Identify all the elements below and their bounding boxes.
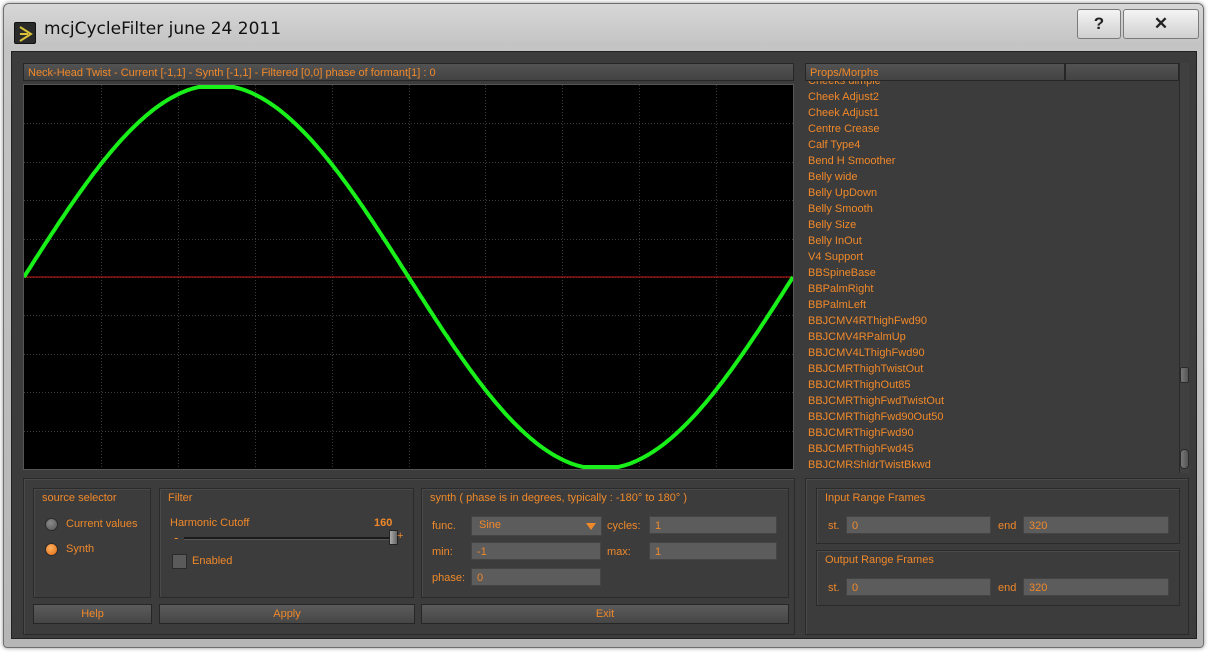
- harmonic-cutoff-value: 160: [374, 517, 393, 529]
- output-end-field[interactable]: 320: [1023, 578, 1169, 596]
- close-caption-button[interactable]: ✕: [1123, 9, 1199, 39]
- chevron-down-icon: [586, 523, 596, 530]
- input-start-label: st.: [828, 520, 840, 532]
- window-title: mcjCycleFilter june 24 2011: [44, 19, 282, 39]
- morph-list-item[interactable]: BBJCMRThighOut85: [808, 377, 911, 393]
- morph-list-item[interactable]: BBJCMRThighFwd90Out50: [808, 409, 944, 425]
- phase-label: phase:: [432, 572, 466, 584]
- enabled-checkbox[interactable]: [172, 554, 187, 569]
- app-window: mcjCycleFilter june 24 2011 ? ✕ Neck-Hea…: [3, 3, 1204, 648]
- morph-list-item[interactable]: BBJCMRThighTwistOut: [808, 361, 923, 377]
- phase-field[interactable]: 0: [471, 568, 601, 586]
- morph-list-item[interactable]: BBJCMRThighFwd90: [808, 425, 914, 441]
- cutoff-plus-icon: +: [397, 530, 404, 542]
- filter-label: Filter: [168, 492, 193, 504]
- morph-list-item[interactable]: Centre Crease: [808, 121, 880, 137]
- cycles-field[interactable]: 1: [649, 516, 777, 534]
- graph-header: Neck-Head Twist - Current [-1,1] - Synth…: [23, 63, 794, 81]
- help-button[interactable]: Help: [33, 604, 152, 624]
- morph-list-item[interactable]: BBSpineBase: [808, 265, 876, 281]
- morph-list-item[interactable]: Cheek Adjust1: [808, 105, 879, 121]
- cutoff-minus-icon: -: [174, 530, 179, 545]
- morph-list-item[interactable]: Belly Size: [808, 217, 856, 233]
- morph-list-item[interactable]: BBJCMV4LThighFwd90: [808, 345, 925, 361]
- morph-scroll-thumb[interactable]: [1180, 367, 1189, 383]
- current-values-label[interactable]: Current values: [66, 518, 138, 530]
- output-start-label: st.: [828, 582, 840, 594]
- synth-group-label: synth ( phase is in degrees, typically :…: [430, 492, 688, 504]
- filter-group: [159, 488, 414, 598]
- output-end-label: end: [998, 582, 1017, 594]
- input-start-field[interactable]: 0: [846, 516, 991, 534]
- morph-list-item[interactable]: Cheeks dimple: [808, 81, 881, 89]
- close-icon: ✕: [1153, 14, 1169, 33]
- morph-list-item[interactable]: BBJCMV4RThighFwd90: [808, 313, 927, 329]
- app-icon: [14, 22, 36, 44]
- min-field[interactable]: -1: [471, 542, 601, 560]
- morph-list-item[interactable]: V4 Support: [808, 249, 863, 265]
- morph-list-item[interactable]: BBPalmRight: [808, 281, 873, 297]
- props-header-extra: [1065, 63, 1179, 81]
- morph-list-item[interactable]: Belly UpDown: [808, 185, 877, 201]
- morph-list-item[interactable]: BBPalmLeft: [808, 297, 866, 313]
- source-selector-label: source selector: [42, 492, 117, 504]
- synth-radio[interactable]: [45, 543, 58, 556]
- harmonic-cutoff-track[interactable]: [184, 537, 394, 540]
- input-range-label: Input Range Frames: [825, 492, 926, 504]
- props-header: Props/Morphs: [805, 63, 1065, 81]
- morph-list-item[interactable]: Calf Type4: [808, 137, 860, 153]
- enabled-label[interactable]: Enabled: [192, 555, 232, 567]
- morph-list-item[interactable]: Cheek Adjust2: [808, 89, 879, 105]
- cycles-label: cycles:: [607, 520, 641, 532]
- morph-list-item[interactable]: Belly InOut: [808, 233, 862, 249]
- help-caption-button[interactable]: ?: [1077, 9, 1121, 39]
- max-label: max:: [607, 546, 631, 558]
- morph-scrollbar[interactable]: [1179, 63, 1189, 473]
- morph-scroll-end-thumb[interactable]: [1180, 449, 1189, 469]
- min-label: min:: [432, 546, 453, 558]
- client-area: Neck-Head Twist - Current [-1,1] - Synth…: [11, 51, 1197, 639]
- input-end-label: end: [998, 520, 1017, 532]
- props-header-label: Props/Morphs: [810, 67, 879, 79]
- morph-list-item[interactable]: BBJCMRThighFwdTwistOut: [808, 393, 944, 409]
- harmonic-cutoff-label: Harmonic Cutoff: [170, 517, 250, 529]
- max-field[interactable]: 1: [649, 542, 777, 560]
- input-end-field[interactable]: 320: [1023, 516, 1169, 534]
- synth-label[interactable]: Synth: [66, 543, 94, 555]
- output-range-label: Output Range Frames: [825, 554, 934, 566]
- apply-button[interactable]: Apply: [159, 604, 415, 624]
- graph-svg: [22, 85, 795, 469]
- func-label: func.: [432, 520, 456, 532]
- output-start-field[interactable]: 0: [846, 578, 991, 596]
- exit-button[interactable]: Exit: [421, 604, 789, 624]
- morph-list-item[interactable]: Bend H Smoother: [808, 153, 895, 169]
- morph-list-item[interactable]: Belly Smooth: [808, 201, 873, 217]
- func-dropdown-value: Sine: [479, 519, 502, 531]
- current-values-radio[interactable]: [45, 518, 58, 531]
- graph-panel: [22, 84, 795, 470]
- morph-list-item[interactable]: Belly wide: [808, 169, 858, 185]
- morph-list-item[interactable]: BBJCMV4RPalmUp: [808, 329, 906, 345]
- morph-list-item[interactable]: BBJCMRShldrTwistBkwd: [808, 457, 931, 472]
- help-icon: ?: [1093, 14, 1105, 33]
- morph-list-item[interactable]: BBJCMRThighFwd45: [808, 441, 914, 457]
- func-dropdown[interactable]: Sine: [471, 516, 602, 536]
- morph-list[interactable]: Cheeks dimple Cheek Adjust2 Cheek Adjust1 C…: [805, 81, 1175, 472]
